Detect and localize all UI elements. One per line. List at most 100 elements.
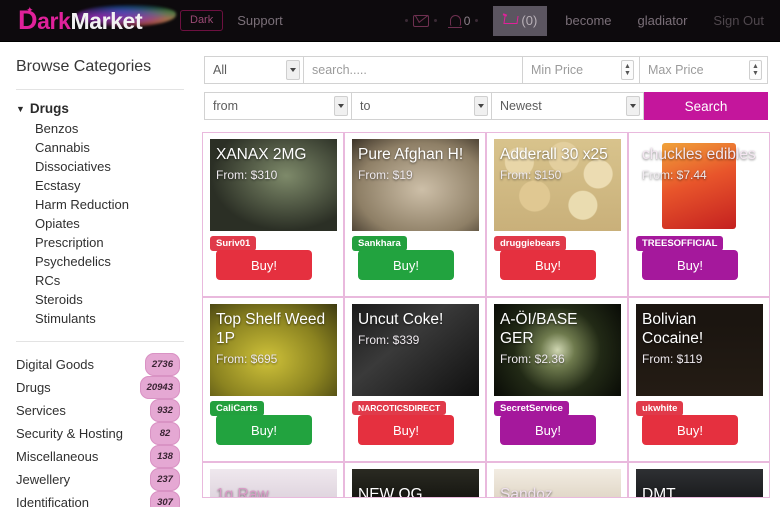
chevron-down-icon [286,60,300,80]
product-title: A-ÖI/BASE GER [500,311,578,347]
buy-button[interactable]: Buy! [500,250,596,280]
bell-icon [448,15,463,28]
header-dot-separator-3 [475,19,479,22]
site-logo[interactable]: ✦ DarkMarket [18,4,176,38]
cart-button[interactable]: (0) [493,5,548,36]
product-thumbnail: chuckles edibles From: $7.44 [636,139,763,231]
sidebar-item-opiates[interactable]: Opiates [35,214,184,233]
product-card[interactable]: NEW OG [344,462,486,498]
buy-button[interactable]: Buy! [216,415,312,445]
nav-link-support[interactable]: Support [237,13,283,28]
product-vendor-badge[interactable]: CaliCarts [210,401,264,416]
max-price-placeholder: Max Price [648,63,704,77]
product-thumbnail: NEW OG [352,469,479,497]
product-thumbnail: XANAX 2MG From: $310 [210,139,337,231]
product-vendor-badge[interactable]: ukwhite [636,401,684,416]
min-price-stepper[interactable]: ▲ ▼ [621,60,634,80]
product-card[interactable]: Pure Afghan H! From: $19 Sankhara Buy! [344,132,486,297]
dark-badge-button[interactable]: Dark [180,9,224,32]
nav-link-become[interactable]: become [565,13,611,28]
product-card[interactable]: Adderall 30 x25 From: $150 druggiebears … [486,132,628,297]
product-thumbnail: DMT [636,469,763,497]
product-card[interactable]: chuckles edibles From: $7.44 TREESOFFICI… [628,132,770,297]
sidebar-item-digital-goods[interactable]: Digital Goods 2736 [16,353,184,376]
product-price: From: $150 [500,168,562,182]
max-price-input[interactable]: Max Price ▲ ▼ [640,56,768,84]
sidebar-item-rcs[interactable]: RCs [35,271,184,290]
product-card[interactable]: A-ÖI/BASE GER From: $2.36 SecretService … [486,297,628,462]
sidebar-item-count-badge: 237 [150,468,180,491]
sidebar-item-label: Services [16,402,66,418]
sidebar-item-stimulants[interactable]: Stimulants [35,309,184,328]
mail-icon [412,14,429,27]
sidebar-item-harm-reduction[interactable]: Harm Reduction [35,195,184,214]
product-card[interactable]: XANAX 2MG From: $310 Suriv01 Buy! [202,132,344,297]
search-input[interactable]: search..... [304,56,523,84]
logo-word-market: Market [70,8,143,34]
product-vendor-badge[interactable]: Sankhara [352,236,407,251]
min-price-input[interactable]: Min Price ▲ ▼ [523,56,640,84]
date-to-value: to [360,99,371,113]
sidebar-item-jewellery[interactable]: Jewellery 237 [16,468,184,491]
sidebar-group-drugs[interactable]: ▼ Drugs [16,101,184,116]
sidebar-item-psychedelics[interactable]: Psychedelics [35,252,184,271]
buy-button[interactable]: Buy! [642,415,738,445]
sidebar-item-ecstasy[interactable]: Ecstasy [35,176,184,195]
product-overlay: Bolivian Cocaine! From: $119 [636,304,763,396]
sidebar-group-drugs-label: Drugs [29,101,69,116]
category-select[interactable]: All [204,56,304,84]
sidebar-item-services[interactable]: Services 932 [16,399,184,422]
sidebar-item-miscellaneous[interactable]: Miscellaneous 138 [16,445,184,468]
sidebar-item-cannabis[interactable]: Cannabis [35,138,184,157]
nav-link-sign-out[interactable]: Sign Out [713,13,764,28]
product-vendor-badge[interactable]: NARCOTICSDIRECT [352,401,447,415]
product-vendor-badge[interactable]: SecretService [494,401,569,416]
nav-link-gladiator[interactable]: gladiator [638,13,688,28]
sidebar-item-prescription[interactable]: Prescription [35,233,184,252]
product-vendor-badge[interactable]: TREESOFFICIAL [636,236,724,251]
buy-button[interactable]: Buy! [216,250,312,280]
buy-button[interactable]: Buy! [500,415,596,445]
date-from-select[interactable]: from [204,92,352,120]
buy-button[interactable]: Buy! [358,250,454,280]
product-card[interactable]: Bolivian Cocaine! From: $119 ukwhite Buy… [628,297,770,462]
buy-button[interactable]: Buy! [642,250,738,280]
product-card[interactable]: Uncut Coke! From: $339 NARCOTICSDIRECT B… [344,297,486,462]
notifications-link[interactable]: 0 [448,13,471,28]
max-price-stepper[interactable]: ▲ ▼ [749,60,762,80]
sidebar-item-benzos[interactable]: Benzos [35,119,184,138]
sidebar-item-security-hosting[interactable]: Security & Hosting 82 [16,422,184,445]
product-card[interactable]: 1g Raw [202,462,344,498]
sidebar-item-identification[interactable]: Identification 307 [16,491,184,507]
sidebar-item-drugs[interactable]: Drugs 20943 [16,376,184,399]
sidebar-divider-top [16,89,184,90]
date-to-select[interactable]: to [352,92,492,120]
sort-select[interactable]: Newest [492,92,644,120]
min-price-placeholder: Min Price [531,63,584,77]
notification-count: 0 [463,13,471,28]
messages-link[interactable] [412,14,429,27]
buy-button[interactable]: Buy! [358,415,454,445]
product-title: Top Shelf Weed 1P [216,311,326,347]
product-vendor-badge[interactable]: Suriv01 [210,236,257,251]
product-vendor-badge[interactable]: druggiebears [494,236,567,251]
product-card[interactable]: DMT [628,462,770,498]
product-title: chuckles edibles [642,146,756,163]
sidebar-title: Browse Categories [16,58,152,75]
header-dot-separator-1 [404,19,408,22]
sidebar-item-count-badge: 82 [150,422,180,445]
product-thumbnail: A-ÖI/BASE GER From: $2.36 [494,304,621,396]
sidebar-item-label: Identification [16,494,89,507]
product-overlay: 1g Raw [210,469,337,497]
chevron-down-icon [334,96,348,116]
product-card[interactable]: Top Shelf Weed 1P From: $695 CaliCarts B… [202,297,344,462]
product-overlay: XANAX 2MG From: $310 [210,139,337,231]
sidebar-item-dissociatives[interactable]: Dissociatives [35,157,184,176]
search-button[interactable]: Search [644,92,768,120]
product-card[interactable]: Sandoz [486,462,628,498]
sidebar-item-steroids[interactable]: Steroids [35,290,184,309]
product-title: Pure Afghan H! [358,146,464,163]
chevron-down-icon: ▼ [16,103,25,114]
sidebar-item-count-badge: 2736 [144,353,180,376]
product-price: From: $119 [642,352,703,366]
